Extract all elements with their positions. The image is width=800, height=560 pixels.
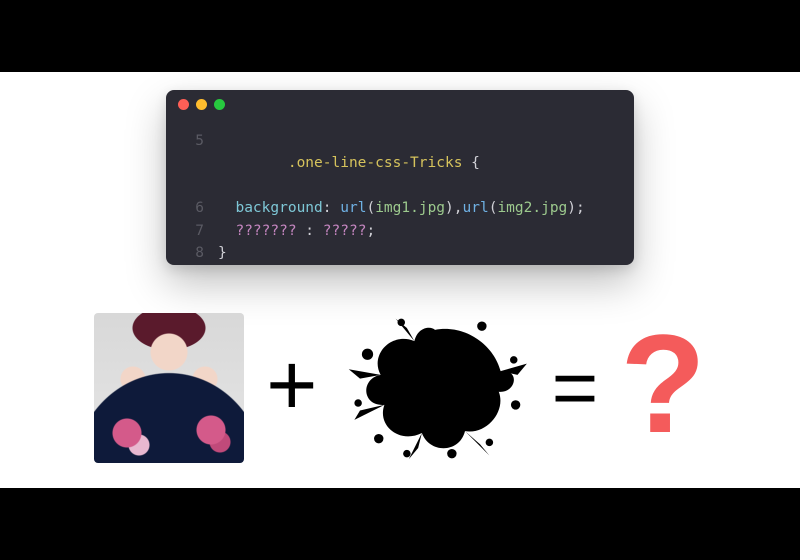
line-number: 6 <box>182 197 204 219</box>
css-func: url <box>463 200 489 216</box>
mystery-value: ????? <box>323 223 367 239</box>
code-line: 7 ??????? : ?????; <box>182 220 618 242</box>
portrait-image <box>94 313 244 463</box>
code-line: 6 background: url(img1.jpg),url(img2.jpg… <box>182 197 618 219</box>
code-editor-window: 5 .one-line-css-Tricks { 6 background: u… <box>166 90 634 265</box>
ink-splat-mask <box>340 313 530 463</box>
css-selector: .one-line-css-Tricks <box>288 155 463 171</box>
letterbox-bottom <box>0 488 800 560</box>
code-block: 5 .one-line-css-Tricks { 6 background: u… <box>166 118 634 281</box>
window-titlebar <box>166 90 634 118</box>
line-number: 7 <box>182 220 204 242</box>
brace-open: { <box>462 155 479 171</box>
plus-operator: + <box>266 341 317 429</box>
result-question-mark: ? <box>620 314 706 454</box>
window-zoom-dot[interactable] <box>214 99 225 110</box>
equals-operator: = <box>552 348 599 428</box>
mystery-property: ??????? <box>235 223 296 239</box>
css-arg: img1.jpg <box>375 200 445 216</box>
css-arg: img2.jpg <box>497 200 567 216</box>
code-line: 8 } <box>182 242 618 264</box>
brace-close: } <box>218 245 227 261</box>
equation-row: + = ? <box>0 300 800 475</box>
css-func: url <box>340 200 366 216</box>
css-property: background <box>235 200 322 216</box>
line-number: 5 <box>182 130 204 197</box>
window-minimize-dot[interactable] <box>196 99 207 110</box>
code-line: 5 .one-line-css-Tricks { <box>182 130 618 197</box>
window-close-dot[interactable] <box>178 99 189 110</box>
letterbox-top <box>0 0 800 72</box>
line-number: 8 <box>182 242 204 264</box>
